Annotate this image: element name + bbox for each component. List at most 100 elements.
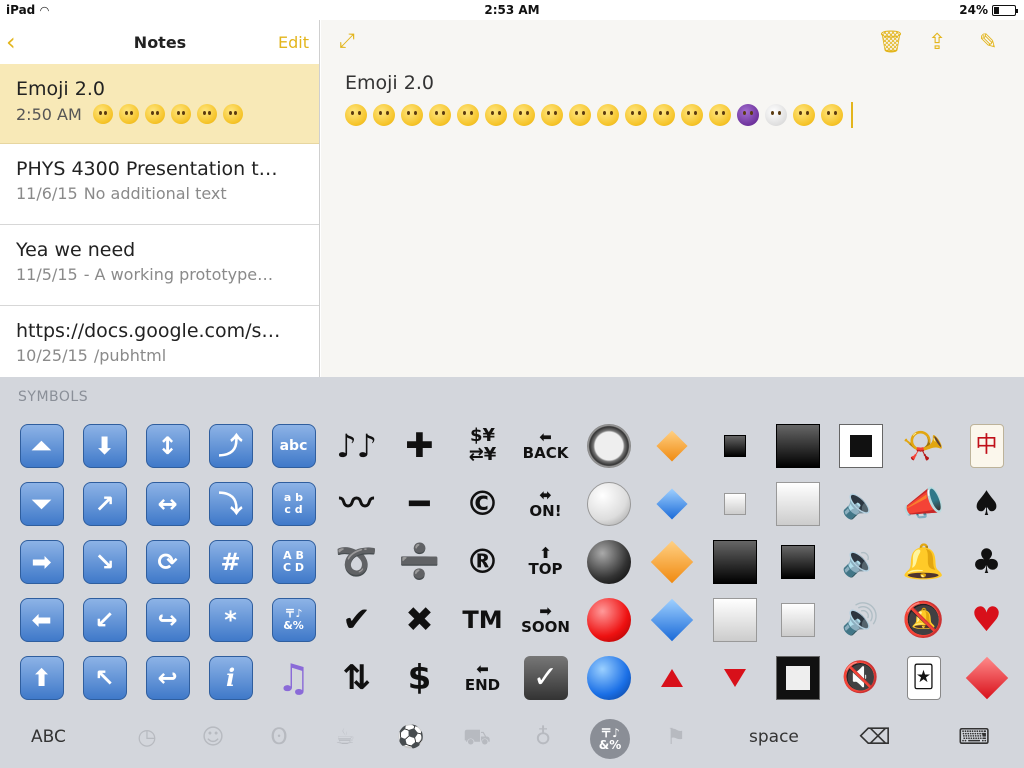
- emoji-key[interactable]: ⬌ ON!: [514, 475, 577, 533]
- note-list-item[interactable]: PHYS 4300 Presentation t… 11/6/15 No addi…: [0, 144, 319, 225]
- edit-button[interactable]: Edit: [278, 33, 309, 52]
- emoji-key[interactable]: a bc d: [262, 475, 325, 533]
- emoji-key[interactable]: $¥ ⇄¥: [451, 417, 514, 475]
- note-editor[interactable]: ⤢ 🗑 ⇪ ✎ Emoji 2.0: [321, 20, 1024, 377]
- share-icon[interactable]: ⇪: [928, 30, 946, 55]
- emoji-key[interactable]: 〰: [325, 475, 388, 533]
- emoji-key[interactable]: [577, 475, 640, 533]
- note-list-item[interactable]: https://docs.google.com/s… 10/25/15/pubh…: [0, 306, 319, 377]
- backspace-icon[interactable]: ⌫: [857, 725, 893, 753]
- emoji-key[interactable]: ➰: [325, 533, 388, 591]
- dismiss-keyboard-icon[interactable]: ⌨: [956, 725, 992, 753]
- emoji-key[interactable]: ↗: [73, 475, 136, 533]
- emoji-key[interactable]: [955, 649, 1018, 707]
- emoji-key[interactable]: ⬅: [10, 591, 73, 649]
- emoji-key[interactable]: ➗: [388, 533, 451, 591]
- emoji-key[interactable]: [766, 649, 829, 707]
- emoji-key[interactable]: $: [388, 649, 451, 707]
- abc-key[interactable]: ABC: [31, 727, 66, 747]
- emoji-key[interactable]: [577, 649, 640, 707]
- emoji-key[interactable]: [640, 649, 703, 707]
- emoji-key[interactable]: ⟳: [136, 533, 199, 591]
- emoji-key[interactable]: ⬆: [10, 649, 73, 707]
- emoji-key[interactable]: ↪: [136, 591, 199, 649]
- emoji-key[interactable]: ➡ SOON: [514, 591, 577, 649]
- emoji-key[interactable]: #: [199, 533, 262, 591]
- compose-icon[interactable]: ✎: [979, 30, 997, 55]
- emoji-key[interactable]: 🔈: [829, 475, 892, 533]
- emoji-key[interactable]: ⬇: [73, 417, 136, 475]
- emoji-key[interactable]: ♠: [955, 475, 1018, 533]
- emoji-key[interactable]: ♥: [955, 591, 1018, 649]
- emoji-key[interactable]: 中: [955, 417, 1018, 475]
- emoji-key[interactable]: [703, 475, 766, 533]
- emoji-key[interactable]: [577, 417, 640, 475]
- emoji-key[interactable]: ⬆ TOP: [514, 533, 577, 591]
- emoji-key[interactable]: 🔔: [892, 533, 955, 591]
- emoji-key[interactable]: 🃏: [892, 649, 955, 707]
- sports-category-icon[interactable]: ⚽: [397, 725, 425, 753]
- emoji-key[interactable]: ⤵: [199, 475, 262, 533]
- emoji-key[interactable]: [640, 475, 703, 533]
- emoji-key[interactable]: [640, 417, 703, 475]
- note-list-item[interactable]: Emoji 2.0 2:50 AM: [0, 64, 319, 144]
- emoji-key[interactable]: 🔉: [829, 533, 892, 591]
- recent-clock-icon[interactable]: ◷: [133, 725, 161, 753]
- symbols-category-icon[interactable]: 〒♪ &%: [590, 719, 630, 759]
- emoji-key[interactable]: 🔇: [829, 649, 892, 707]
- emoji-key[interactable]: abc: [262, 417, 325, 475]
- emoji-key[interactable]: [766, 533, 829, 591]
- emoji-key[interactable]: [703, 417, 766, 475]
- note-list-item[interactable]: Yea we need 11/5/15 - A working prototype…: [0, 225, 319, 306]
- emoji-key[interactable]: [703, 591, 766, 649]
- emoji-key[interactable]: [766, 417, 829, 475]
- emoji-key[interactable]: ⏶: [10, 417, 73, 475]
- emoji-key[interactable]: 🔊: [829, 591, 892, 649]
- emoji-key[interactable]: ⏷: [10, 475, 73, 533]
- emoji-key[interactable]: 🔕: [892, 591, 955, 649]
- emoji-key[interactable]: [766, 591, 829, 649]
- emoji-key[interactable]: 〒♪ &%: [262, 591, 325, 649]
- emoji-key[interactable]: [640, 591, 703, 649]
- emoji-key[interactable]: *: [199, 591, 262, 649]
- emoji-key[interactable]: ⤴: [199, 417, 262, 475]
- emoji-key[interactable]: ®: [451, 533, 514, 591]
- emoji-key[interactable]: ✖: [388, 591, 451, 649]
- emoji-key[interactable]: i: [199, 649, 262, 707]
- emoji-key[interactable]: TM: [451, 591, 514, 649]
- emoji-key[interactable]: [577, 591, 640, 649]
- emoji-key[interactable]: 📣: [892, 475, 955, 533]
- emoji-key[interactable]: ©: [451, 475, 514, 533]
- emoji-key[interactable]: ➡: [10, 533, 73, 591]
- emoji-key[interactable]: ♪♪: [325, 417, 388, 475]
- emoji-key[interactable]: ↩: [136, 649, 199, 707]
- emoji-key[interactable]: [829, 417, 892, 475]
- animal-category-icon[interactable]: ʘ: [265, 725, 293, 753]
- travel-category-icon[interactable]: ⛟: [463, 725, 491, 753]
- emoji-key[interactable]: ⬅ END: [451, 649, 514, 707]
- emoji-key[interactable]: ⬅ BACK: [514, 417, 577, 475]
- emoji-key[interactable]: ━: [388, 475, 451, 533]
- emoji-key[interactable]: ↘: [73, 533, 136, 591]
- emoji-key[interactable]: [703, 533, 766, 591]
- emoji-key[interactable]: ↙: [73, 591, 136, 649]
- smiley-category-icon[interactable]: ☺: [199, 725, 227, 753]
- emoji-key[interactable]: ♣: [955, 533, 1018, 591]
- food-category-icon[interactable]: ☕: [331, 725, 359, 753]
- emoji-key[interactable]: ✚: [388, 417, 451, 475]
- emoji-key[interactable]: A BC D: [262, 533, 325, 591]
- emoji-key[interactable]: ✔: [325, 591, 388, 649]
- emoji-key[interactable]: ♫: [262, 649, 325, 707]
- emoji-key[interactable]: ✓: [514, 649, 577, 707]
- space-key[interactable]: space: [749, 727, 799, 747]
- emoji-key[interactable]: ↕: [136, 417, 199, 475]
- objects-category-icon[interactable]: ♁: [529, 725, 557, 753]
- trash-icon[interactable]: 🗑: [877, 30, 905, 55]
- emoji-key[interactable]: ↔: [136, 475, 199, 533]
- flags-category-icon[interactable]: ⚑: [662, 725, 690, 753]
- emoji-key[interactable]: 📯: [892, 417, 955, 475]
- emoji-key[interactable]: [640, 533, 703, 591]
- emoji-key[interactable]: [703, 649, 766, 707]
- emoji-key[interactable]: ⇅: [325, 649, 388, 707]
- emoji-key[interactable]: [577, 533, 640, 591]
